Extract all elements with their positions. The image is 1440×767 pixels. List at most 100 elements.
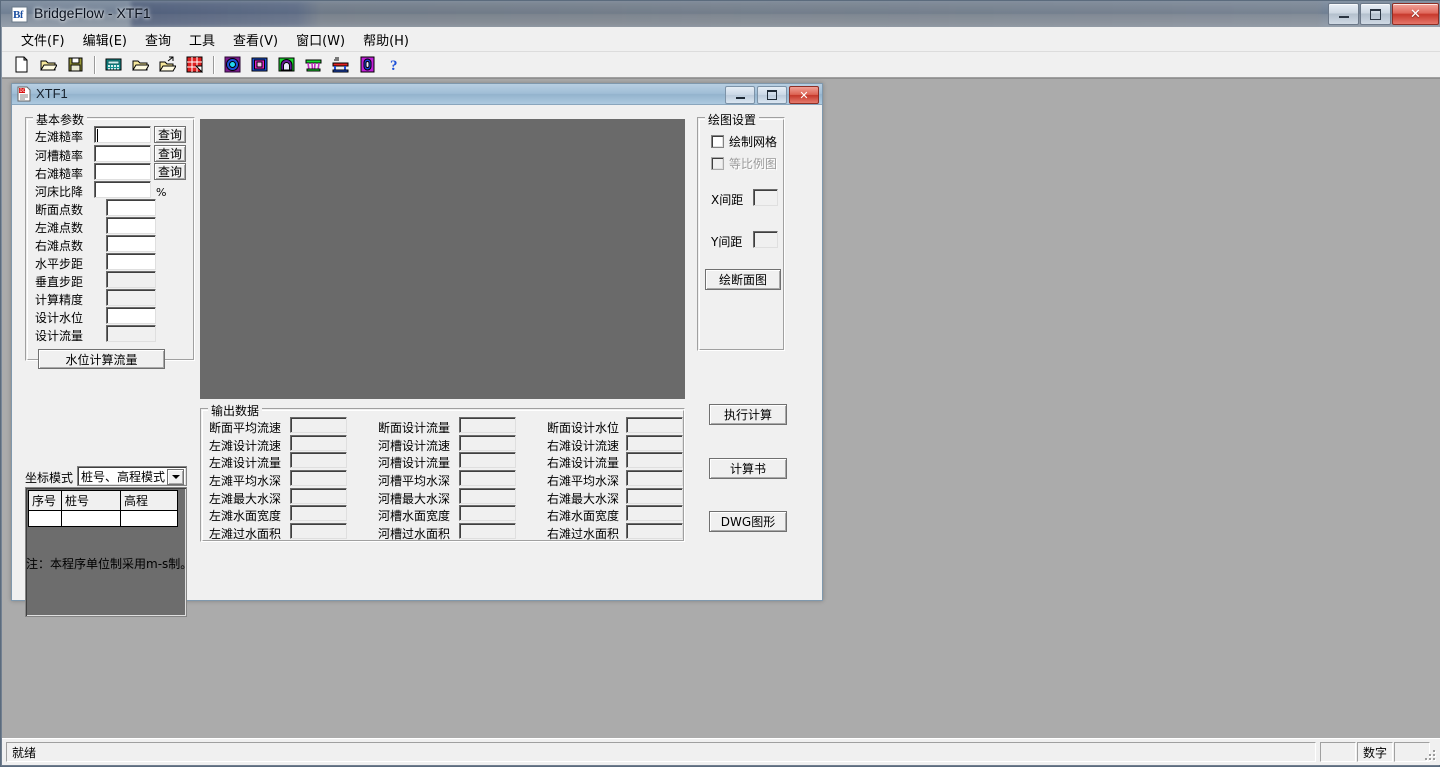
label-vertical-step: 垂直步距 [35,275,84,289]
output-channel-water-width [459,505,516,521]
query-left-bank-roughness-button[interactable]: 查询 [154,126,186,143]
label-left-bank-roughness: 左滩糙率 [35,130,84,144]
label-right-avg-depth: 右滩平均水深 [547,474,620,488]
label-left-avg-depth: 左滩平均水深 [209,474,282,488]
run-calculation-button[interactable]: 执行计算 [709,404,787,425]
query-channel-roughness-button[interactable]: 查询 [154,145,186,162]
input-design-water-level[interactable] [106,307,156,324]
open-folder-icon[interactable] [127,52,153,77]
menu-file[interactable]: 文件(F) [12,27,74,52]
help-icon[interactable]: ? [381,52,407,77]
label-left-water-width: 左滩水面宽度 [209,509,282,523]
input-left-bank-roughness[interactable] [94,126,151,143]
section-drawing-canvas[interactable] [200,119,685,399]
label-right-design-velocity: 右滩设计流速 [547,439,620,453]
cell-elevation[interactable] [120,510,178,527]
circle-section-icon[interactable] [219,52,245,77]
equal-scale-checkbox: 等比例图 [711,155,777,172]
calc-discharge-from-level-button[interactable]: 水位计算流量 [38,349,165,369]
menu-window[interactable]: 窗口(W) [287,27,354,52]
open-folder-arrow-icon[interactable] [154,52,180,77]
col-station: 桩号 [61,490,121,511]
calculator-icon[interactable] [100,52,126,77]
label-left-flow-area: 左滩过水面积 [209,527,282,541]
table-row[interactable] [28,510,178,527]
child-close-icon: ✕ [799,88,809,102]
draw-grid-checkbox[interactable]: 绘制网格 [711,133,777,150]
label-section-design-level: 断面设计水位 [547,421,620,435]
label-channel-design-velocity: 河槽设计流速 [378,439,451,453]
label-x-spacing: X间距 [711,193,744,207]
child-minimize-button[interactable] [725,86,755,104]
draw-section-button[interactable]: 绘断面图 [705,269,781,290]
dwg-drawing-button[interactable]: DWG图形 [709,511,787,532]
label-calc-precision: 计算精度 [35,293,84,307]
input-horizontal-step[interactable] [106,253,156,270]
input-section-point-count[interactable] [106,199,156,216]
col-elevation: 高程 [120,490,178,511]
label-left-design-discharge: 左滩设计流量 [209,456,282,470]
menu-view[interactable]: 查看(V) [224,27,287,52]
label-right-bank-roughness: 右滩糙率 [35,167,84,181]
child-close-button[interactable]: ✕ [789,86,819,104]
calculation-report-button[interactable]: 计算书 [709,458,787,479]
bridge-icon[interactable] [327,52,353,77]
square-section-icon[interactable] [246,52,272,77]
toolbar-separator [94,55,95,74]
point-table[interactable]: 序号 桩号 高程 [25,487,187,617]
child-window-xtf1: DOC XTF1 ✕ 基本参数 左滩糙率 查询 河槽糙率 查询 右滩糙率 查询 … [11,83,823,617]
arch-section-icon[interactable] [273,52,299,77]
application-window: B f BridgeFlow - XTF1 ✕ 文件(F) 编辑(E) 查询 工… [0,0,1440,767]
output-left-design-discharge [290,452,347,468]
draw-grid-label: 绘制网格 [729,135,778,149]
label-channel-water-width: 河槽水面宽度 [378,509,451,523]
label-left-bank-point-count: 左滩点数 [35,221,84,235]
coord-mode-select[interactable]: 桩号、高程模式 [77,466,187,486]
label-channel-design-discharge: 河槽设计流量 [378,456,451,470]
output-left-flow-area [290,523,347,539]
input-bed-slope[interactable] [94,181,151,198]
close-button[interactable]: ✕ [1392,3,1439,25]
input-y-spacing[interactable] [753,231,778,248]
save-icon[interactable] [62,52,88,77]
equal-scale-label: 等比例图 [729,157,778,171]
document-icon: DOC [16,86,32,102]
capsule-icon[interactable] [354,52,380,77]
resize-grip-icon[interactable] [1423,748,1437,762]
grid-red-icon[interactable] [181,52,207,77]
input-left-bank-point-count[interactable] [106,217,156,234]
query-right-bank-roughness-button[interactable]: 查询 [154,163,186,180]
svg-text:?: ? [390,58,398,73]
pier-icon[interactable] [300,52,326,77]
maximize-button[interactable] [1360,3,1391,25]
minimize-button[interactable] [1328,3,1359,25]
point-table-inner: 序号 桩号 高程 [28,490,178,527]
label-left-design-velocity: 左滩设计流速 [209,439,282,453]
menu-bar: 文件(F) 编辑(E) 查询 工具 查看(V) 窗口(W) 帮助(H) [2,27,1440,52]
child-maximize-button[interactable] [757,86,787,104]
input-channel-roughness[interactable] [94,145,151,162]
input-x-spacing[interactable] [753,189,778,206]
label-channel-avg-depth: 河槽平均水深 [378,474,451,488]
output-left-design-velocity [290,435,347,451]
label-right-max-depth: 右滩最大水深 [547,492,620,506]
cell-index[interactable] [28,510,62,527]
input-right-bank-roughness[interactable] [94,163,151,180]
mdi-client-area: DOC XTF1 ✕ 基本参数 左滩糙率 查询 河槽糙率 查询 右滩糙率 查询 … [2,78,1440,739]
label-bed-slope: 河床比降 [35,185,84,199]
menu-help[interactable]: 帮助(H) [354,27,418,52]
menu-query[interactable]: 查询 [136,27,180,52]
cell-station[interactable] [61,510,121,527]
chevron-down-icon[interactable] [167,469,184,485]
menu-tools[interactable]: 工具 [180,27,224,52]
label-right-bank-point-count: 右滩点数 [35,239,84,253]
open-icon[interactable] [35,52,61,77]
input-right-bank-point-count[interactable] [106,235,156,252]
label-y-spacing: Y间距 [711,235,743,249]
menu-edit[interactable]: 编辑(E) [74,27,136,52]
output-right-design-discharge [626,452,683,468]
label-channel-flow-area: 河槽过水面积 [378,527,451,541]
output-data-legend: 输出数据 [208,402,263,419]
new-icon[interactable] [8,52,34,77]
label-right-flow-area: 右滩过水面积 [547,527,620,541]
